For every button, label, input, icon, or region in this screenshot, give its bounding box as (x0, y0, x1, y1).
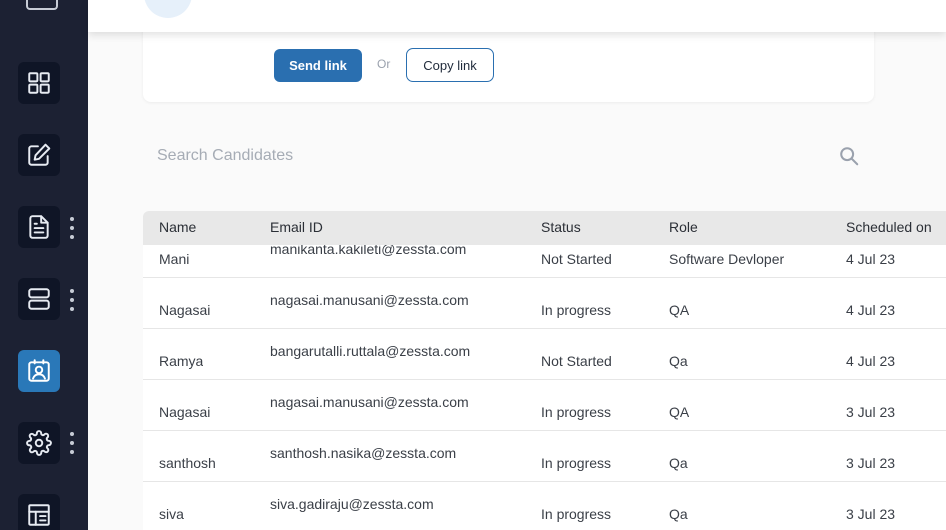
grid-icon (28, 72, 50, 94)
column-header-role[interactable]: Role (669, 219, 698, 235)
sidebar-item-settings[interactable] (18, 422, 60, 464)
cell-scheduled: 3 Jul 23 (846, 506, 896, 522)
or-separator: Or (377, 57, 391, 71)
column-header-scheduled[interactable]: Scheduled on (846, 219, 932, 235)
cell-email: bangarutalli.ruttala@zessta.com (270, 343, 471, 359)
cell-email: siva.gadiraju@zessta.com (270, 496, 434, 512)
table-row[interactable]: Nagasai nagasai.manusani@zessta.com In p… (143, 278, 946, 329)
gear-icon (26, 430, 52, 456)
column-header-name[interactable]: Name (159, 219, 196, 235)
invite-link-card (143, 28, 874, 102)
search-input[interactable] (157, 144, 817, 168)
sidebar (0, 0, 88, 530)
column-header-status[interactable]: Status (541, 219, 581, 235)
documents-more-icon[interactable] (68, 217, 76, 239)
table-row[interactable]: santhosh santhosh.nasika@zessta.com In p… (143, 431, 946, 482)
sidebar-top-icon[interactable] (26, 0, 58, 10)
cell-name: Nagasai (159, 302, 211, 318)
cell-role: QA (669, 404, 690, 420)
cell-role: Qa (669, 455, 688, 471)
cell-name: Mani (159, 251, 190, 267)
column-header-email[interactable]: Email ID (270, 219, 323, 235)
table-body: Mani manikanta.kakileti@zessta.com Not S… (143, 227, 946, 530)
table-icon (28, 504, 50, 526)
send-link-button[interactable]: Send link (274, 49, 362, 82)
cell-status: In progress (541, 302, 612, 318)
edit-icon (28, 143, 51, 166)
sidebar-item-documents[interactable] (18, 206, 60, 248)
contact-card-icon (28, 359, 50, 382)
cell-email: nagasai.manusani@zessta.com (270, 394, 469, 410)
sidebar-item-dashboard[interactable] (18, 62, 60, 104)
cell-status: In progress (541, 506, 612, 522)
cell-name: santhosh (159, 455, 216, 471)
top-header (88, 0, 946, 32)
table-row[interactable]: Nagasai nagasai.manusani@zessta.com In p… (143, 380, 946, 431)
table-header: Name Email ID Status Role Scheduled on (143, 211, 946, 245)
cell-name: siva (159, 506, 184, 522)
cell-status: In progress (541, 455, 612, 471)
sidebar-item-servers[interactable] (18, 278, 60, 320)
cell-scheduled: 3 Jul 23 (846, 404, 896, 420)
cell-role: Qa (669, 506, 688, 522)
cell-status: Not Started (541, 353, 612, 369)
copy-link-button[interactable]: Copy link (406, 48, 494, 82)
cell-status: Not Started (541, 251, 612, 267)
cell-role: QA (669, 302, 690, 318)
cell-scheduled: 4 Jul 23 (846, 353, 896, 369)
table-row[interactable]: Ramya bangarutalli.ruttala@zessta.com No… (143, 329, 946, 380)
cell-name: Ramya (159, 353, 204, 369)
cell-email: santhosh.nasika@zessta.com (270, 445, 457, 461)
server-icon (28, 288, 50, 310)
sidebar-item-candidates[interactable] (18, 350, 60, 392)
sidebar-item-edit[interactable] (18, 134, 60, 176)
document-icon (29, 215, 49, 239)
servers-more-icon[interactable] (68, 289, 76, 311)
cell-scheduled: 4 Jul 23 (846, 302, 896, 318)
settings-more-icon[interactable] (68, 432, 76, 454)
table-row[interactable]: siva siva.gadiraju@zessta.com In progres… (143, 482, 946, 530)
sidebar-item-reports[interactable] (18, 494, 60, 530)
cell-role: Qa (669, 353, 688, 369)
cell-scheduled: 3 Jul 23 (846, 455, 896, 471)
cell-scheduled: 4 Jul 23 (846, 251, 896, 267)
avatar (144, 0, 192, 18)
cell-name: Nagasai (159, 404, 211, 420)
search-icon[interactable] (838, 145, 860, 167)
cell-status: In progress (541, 404, 612, 420)
cell-email: nagasai.manusani@zessta.com (270, 292, 469, 308)
cell-role: Software Devloper (669, 251, 785, 267)
candidates-table: Name Email ID Status Role Scheduled on M… (143, 211, 946, 530)
